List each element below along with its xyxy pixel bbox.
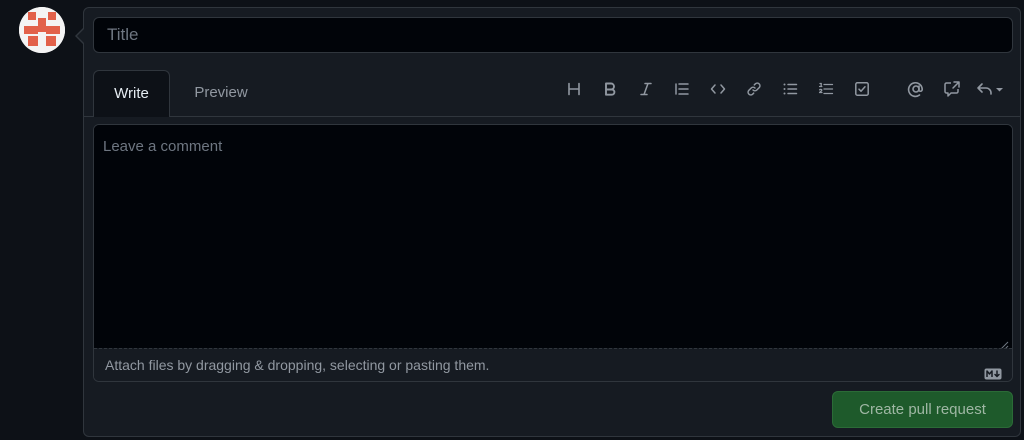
- composer-panel: Write Preview: [75, 7, 1021, 437]
- title-input[interactable]: [93, 17, 1013, 53]
- comment-editor: Attach files by dragging & dropping, sel…: [93, 124, 1013, 382]
- resize-grip-icon[interactable]: [1000, 337, 1009, 350]
- bold-icon[interactable]: [592, 74, 628, 104]
- identicon: [19, 7, 65, 53]
- unordered-list-icon[interactable]: [772, 74, 808, 104]
- tab-write[interactable]: Write: [93, 70, 170, 117]
- link-icon[interactable]: [736, 74, 772, 104]
- quote-icon[interactable]: [664, 74, 700, 104]
- pull-request-composer: Write Preview: [0, 0, 1024, 440]
- avatar[interactable]: [19, 7, 65, 53]
- mention-icon[interactable]: [898, 74, 934, 104]
- code-icon[interactable]: [700, 74, 736, 104]
- markdown-toolbar: [556, 74, 1010, 104]
- reply-icon[interactable]: [970, 74, 1010, 104]
- tab-preview[interactable]: Preview: [180, 70, 262, 116]
- task-list-icon[interactable]: [844, 74, 880, 104]
- create-pull-request-button[interactable]: Create pull request: [832, 391, 1013, 428]
- cross-reference-icon[interactable]: [934, 74, 970, 104]
- markdown-icon[interactable]: [984, 359, 1002, 380]
- attach-files-hint: Attach files by dragging & dropping, sel…: [105, 357, 490, 373]
- heading-icon[interactable]: [556, 74, 592, 104]
- ordered-list-icon[interactable]: [808, 74, 844, 104]
- attach-files-bar[interactable]: Attach files by dragging & dropping, sel…: [94, 348, 1012, 381]
- italic-icon[interactable]: [628, 74, 664, 104]
- comment-textarea[interactable]: [94, 125, 1012, 348]
